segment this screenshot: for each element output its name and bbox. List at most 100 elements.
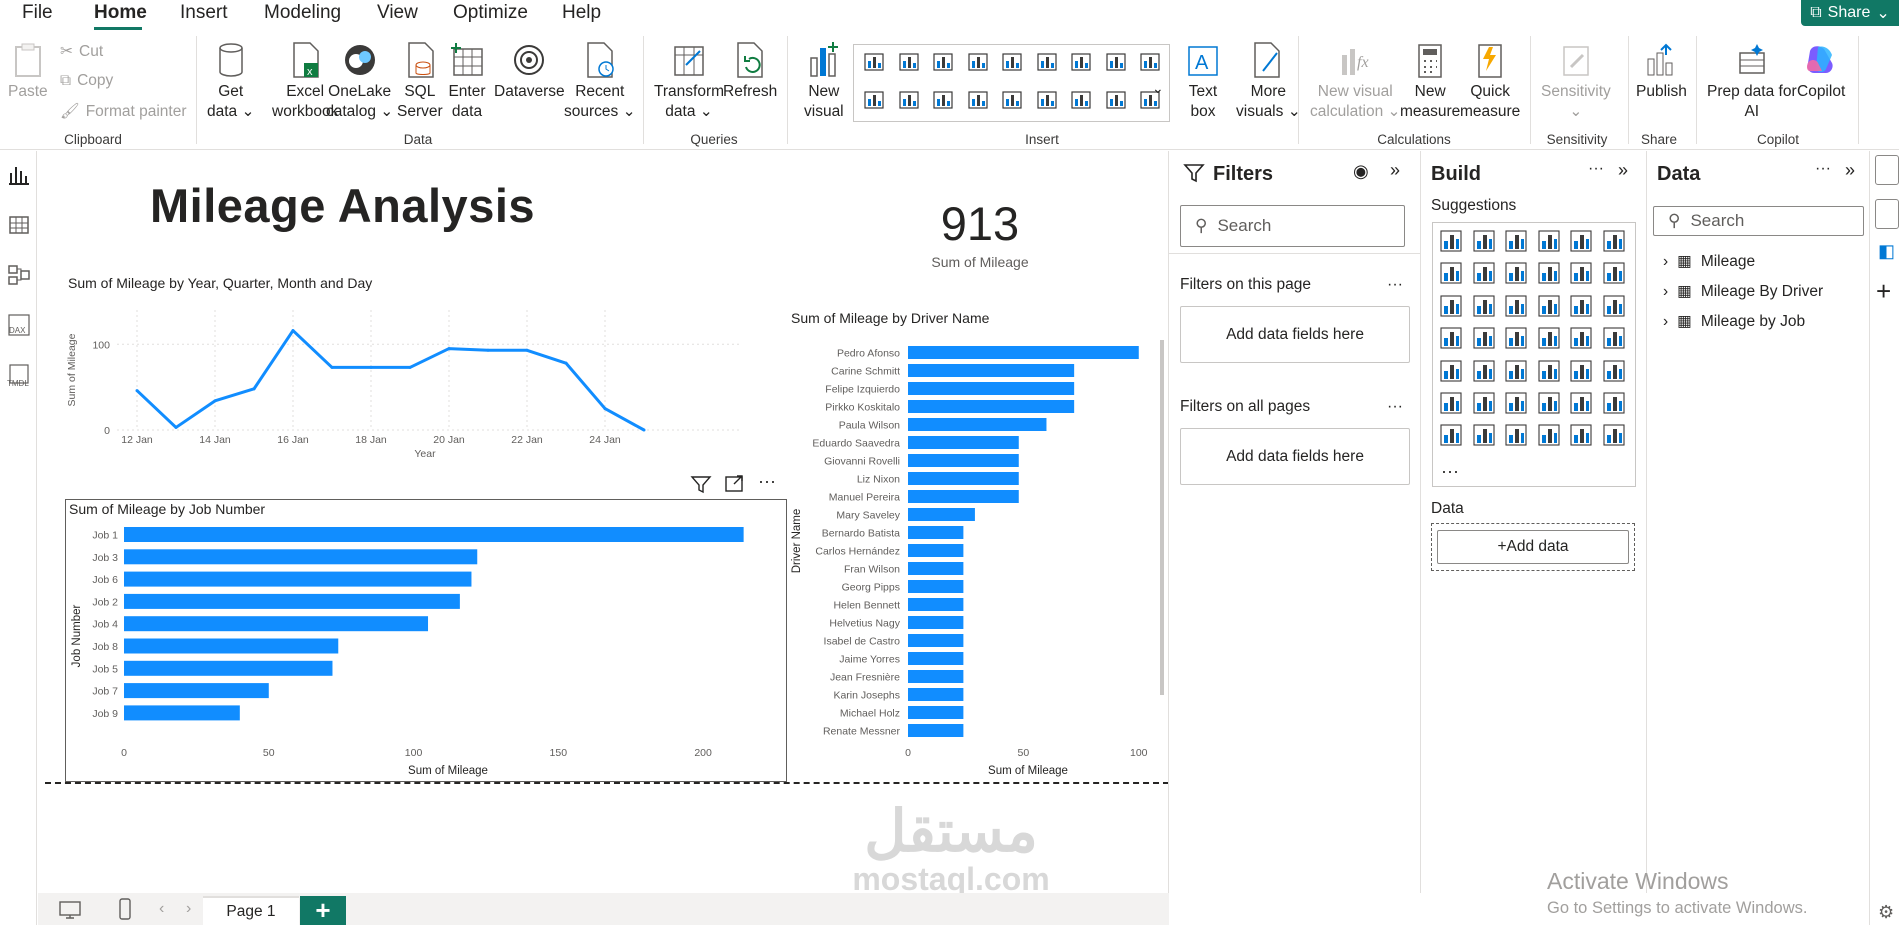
get-data-button[interactable]: Get data ⌄ [207, 40, 254, 122]
tmdl-view-icon[interactable]: TMDL [7, 363, 31, 388]
treemap-icon[interactable] [1439, 326, 1463, 350]
table-mileage[interactable]: › ▦ Mileage [1663, 252, 1755, 271]
map-icon[interactable] [1472, 326, 1496, 350]
desktop-layout-icon[interactable] [58, 900, 82, 925]
100pct-bar-icon[interactable] [1569, 229, 1593, 253]
line-clustered-icon[interactable] [1602, 261, 1626, 285]
table-icon[interactable] [1105, 90, 1127, 110]
ribbon-chart-icon[interactable] [1036, 52, 1058, 72]
gauge-icon[interactable] [1001, 90, 1023, 110]
table-view-icon[interactable] [7, 213, 31, 237]
build-pane-toggle-icon[interactable] [1875, 199, 1899, 229]
more-icon[interactable] [1602, 423, 1626, 447]
map-icon[interactable] [967, 90, 989, 110]
decomposition-tree-icon[interactable] [1504, 391, 1528, 415]
data-pane-toggle-icon[interactable] [1875, 155, 1899, 185]
stacked-column-icon[interactable] [1472, 229, 1496, 253]
focus-mode-icon[interactable] [724, 474, 746, 494]
filters-page-well[interactable]: Add data fields here [1180, 306, 1410, 363]
prev-page-icon[interactable]: ‹ [159, 900, 164, 918]
stacked-column-icon[interactable] [898, 52, 920, 72]
azure-map-icon[interactable] [1537, 326, 1561, 350]
model-view-icon[interactable] [7, 263, 31, 287]
job-bar-chart[interactable]: 0 50 100 150 200 Job 1 Job 3 Job 6 Job 2 Job 4 Job… [66, 520, 786, 782]
table-mileage-by-job[interactable]: › ▦ Mileage by Job [1663, 312, 1805, 331]
slicer-icon[interactable] [1504, 359, 1528, 383]
share-button[interactable]: ⧉ Share ⌄ [1801, 0, 1899, 26]
matrix-icon[interactable] [1569, 359, 1593, 383]
treemap-icon[interactable] [932, 90, 954, 110]
clustered-column-icon[interactable] [967, 52, 989, 72]
menu-home[interactable]: Home [94, 2, 147, 24]
collapse-data-icon[interactable]: » [1845, 160, 1855, 181]
settings-gear-icon[interactable]: ⚙ [1878, 902, 1894, 923]
gallery-expand-icon[interactable]: ⌄ [1152, 80, 1164, 97]
line-column-icon[interactable] [1001, 52, 1023, 72]
donut-chart-icon[interactable] [898, 90, 920, 110]
line-chart-icon[interactable] [1070, 52, 1092, 72]
transform-data-button[interactable]: Transform data ⌄ [654, 40, 724, 122]
report-view-icon[interactable] [7, 163, 31, 187]
pie-chart-icon[interactable] [863, 90, 885, 110]
area-chart-icon[interactable] [1472, 261, 1496, 285]
new-measure-button[interactable]: New measure [1400, 40, 1460, 122]
area-chart-icon[interactable] [1105, 52, 1127, 72]
format-pane-toggle-icon[interactable]: ◧ [1878, 241, 1895, 262]
table-icon[interactable] [1537, 359, 1561, 383]
menu-view[interactable]: View [377, 2, 418, 24]
power-automate-icon[interactable] [1504, 423, 1528, 447]
100pct-column-icon[interactable] [1602, 229, 1626, 253]
stacked-bar-icon[interactable] [863, 52, 885, 72]
dataverse-button[interactable]: Dataverse [494, 40, 565, 102]
table-mileage-by-driver[interactable]: › ▦ Mileage By Driver [1663, 282, 1823, 301]
more-visuals-button[interactable]: More visuals ⌄ [1236, 40, 1301, 122]
report-title[interactable]: Mileage Analysis [150, 178, 535, 233]
scatter-icon[interactable] [1537, 294, 1561, 318]
new-visual-button[interactable]: New visual [804, 40, 844, 122]
100pct-area-icon[interactable] [1537, 261, 1561, 285]
pie-chart-icon[interactable] [1569, 294, 1593, 318]
next-page-icon[interactable]: › [186, 900, 191, 918]
add-pane-icon[interactable]: + [1876, 276, 1891, 307]
cut-button[interactable]: ✂ Cut [60, 42, 103, 61]
more-options-icon[interactable]: ··· [1815, 160, 1831, 178]
more-visuals-icon[interactable]: ··· [1441, 461, 1459, 482]
more-options-icon[interactable]: ··· [1387, 398, 1403, 416]
more-options-icon[interactable]: ··· [1387, 276, 1403, 294]
add-page-button[interactable]: + [300, 895, 346, 925]
filters-all-well[interactable]: Add data fields here [1180, 428, 1410, 485]
quick-measure-button[interactable]: Quick measure [1460, 40, 1520, 122]
visual-suggestions-grid[interactable]: ··· [1432, 222, 1636, 487]
clustered-bar-icon[interactable] [932, 52, 954, 72]
metrics-icon[interactable] [1537, 423, 1561, 447]
r-visual-icon[interactable] [1602, 359, 1626, 383]
data-search[interactable]: ⚲ Search [1653, 206, 1864, 236]
narrative-icon[interactable] [1569, 391, 1593, 415]
prep-data-ai-button[interactable]: Prep data for AI [1707, 40, 1797, 122]
menu-file[interactable]: File [22, 2, 53, 24]
enter-data-button[interactable]: Enter data [448, 40, 486, 122]
copilot-button[interactable]: Copilot [1797, 40, 1845, 102]
power-apps-icon[interactable] [1472, 423, 1496, 447]
menu-help[interactable]: Help [562, 2, 601, 24]
publish-button[interactable]: Publish [1636, 40, 1687, 102]
filled-map-icon[interactable] [1504, 326, 1528, 350]
stacked-bar-icon[interactable] [1439, 229, 1463, 253]
card-icon[interactable] [1036, 90, 1058, 110]
driver-chart-scrollbar[interactable] [1160, 340, 1164, 695]
format-painter-button[interactable]: 🖌 Format painter [60, 102, 186, 121]
collapse-filters-icon[interactable]: » [1390, 160, 1400, 181]
add-data-button[interactable]: +Add data [1437, 530, 1629, 564]
recent-sources-button[interactable]: Recent sources ⌄ [564, 40, 636, 122]
filters-search[interactable]: ⚲ Search [1180, 205, 1405, 247]
multirow-card-icon[interactable] [1070, 90, 1092, 110]
qa-icon[interactable] [1537, 391, 1561, 415]
line-chart[interactable]: 0 100 12 Jan 14 Jan 16 Jan 18 Jan 20 Jan 22 Jan… [60, 292, 760, 472]
clustered-column-icon[interactable] [1537, 229, 1561, 253]
sensitivity-button[interactable]: Sensitivity ⌄ [1541, 40, 1611, 122]
more-options-icon[interactable]: ··· [1588, 160, 1604, 178]
card-value[interactable]: 913 [900, 196, 1060, 251]
menu-modeling[interactable]: Modeling [264, 2, 341, 24]
kpi-icon[interactable] [1472, 359, 1496, 383]
text-box-button[interactable]: A Text box [1184, 40, 1222, 122]
